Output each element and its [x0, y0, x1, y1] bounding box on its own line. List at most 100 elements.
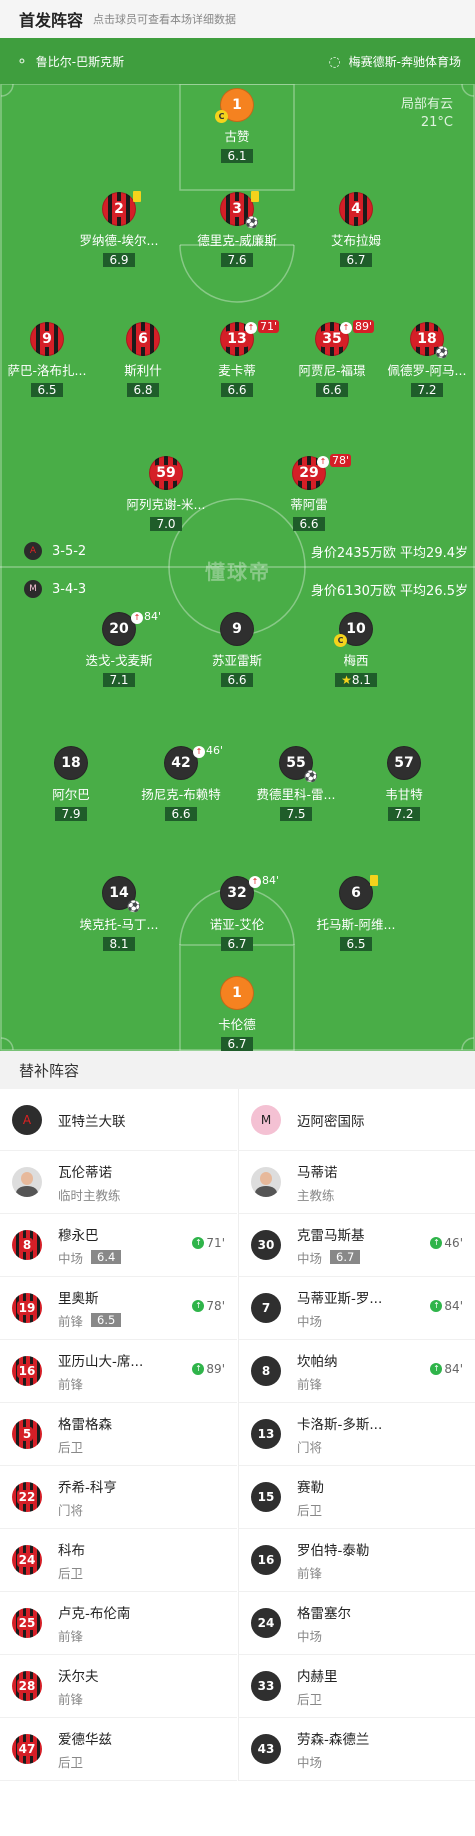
jersey-icon: 35 ↑ 89' [315, 320, 374, 356]
player-position: 前锋 [58, 1628, 84, 1644]
home-player-1[interactable]: 1 C 古赞 6.1 [182, 88, 292, 164]
bench-player-row[interactable]: 25 卢克-布伦南 前锋 [0, 1592, 237, 1655]
yellow-card-icon [251, 191, 259, 202]
bench-player-row[interactable]: 13 卡洛斯-多斯... 门将 [239, 1403, 475, 1466]
player-number: 19 [16, 1301, 38, 1315]
away-formation-text: 3-4-3 [52, 581, 87, 597]
away-player-11[interactable]: 1 卡伦德 6.7 [182, 976, 292, 1051]
player-number: 25 [16, 1616, 38, 1630]
player-rating: 6.6 [293, 517, 325, 531]
away-player-5[interactable]: 42 ↑ 46' 扬尼克-布赖特 6.6 [126, 744, 236, 822]
bench-player-row[interactable]: 22 乔希-科亨 门将 [0, 1466, 237, 1529]
jersey-icon: 20 ↑ 84' [102, 610, 161, 646]
player-name: 格雷格森 [58, 1416, 112, 1433]
sub-time: 84' [261, 874, 279, 887]
player-rating: 6.7 [221, 937, 253, 951]
away-player-9[interactable]: 32 ↑ 84' 诺亚-艾伦 6.7 [182, 874, 292, 952]
player-number: 10 [346, 621, 366, 637]
home-team-row[interactable]: A 亚特兰大联 [0, 1089, 237, 1151]
home-player-7[interactable]: 13 ↑ 71' 麦卡蒂 6.6 [182, 320, 292, 398]
home-player-9[interactable]: 18 ⚽ 佩德罗-阿马... 7.2 [372, 322, 475, 398]
player-rating: 6.5 [340, 937, 372, 951]
sub-in-indicator: ↑ 71' [192, 1236, 225, 1250]
sub-time: 89' [206, 1362, 225, 1376]
home-player-11[interactable]: 29 ↑ 78' 蒂阿雷 6.6 [254, 454, 364, 532]
jersey-icon: 4 [339, 192, 373, 226]
yellow-card-icon [133, 191, 141, 202]
jersey-icon: 3 ⚽ [220, 191, 259, 228]
player-rating: 6.6 [316, 383, 348, 397]
player-name: 里奥斯 [58, 1290, 99, 1307]
away-player-6[interactable]: 55 ⚽ 费德里科-雷... 7.5 [241, 746, 351, 822]
sub-time: 84' [444, 1362, 463, 1376]
bench-player-row[interactable]: 47 爱德华兹 后卫 [0, 1718, 237, 1781]
jersey-icon: 16 [12, 1356, 42, 1386]
player-name: 卡洛斯-多斯... [297, 1416, 383, 1433]
bench-player-row[interactable]: 24 格雷塞尔 中场 [239, 1592, 475, 1655]
away-player-4[interactable]: 18 阿尔巴 7.9 [16, 746, 126, 822]
player-name: 梅西 [343, 653, 369, 668]
home-coach-row[interactable]: 瓦伦蒂诺 临时主教练 [0, 1151, 237, 1214]
jersey-icon: 59 [149, 456, 183, 490]
bench-player-row[interactable]: 43 劳森-森德兰 中场 [239, 1718, 475, 1781]
player-rating: 7.6 [221, 253, 253, 267]
away-player-2[interactable]: 9 苏亚雷斯 6.6 [182, 612, 292, 688]
player-rating: 7.0 [150, 517, 182, 531]
away-player-8[interactable]: 14 ⚽ 埃克托-马丁... 8.1 [64, 876, 174, 952]
away-player-10[interactable]: 6 托马斯-阿维... 6.5 [301, 875, 411, 952]
bench-player-row[interactable]: 15 赛勒 后卫 [239, 1466, 475, 1529]
player-number: 20 [109, 621, 129, 637]
home-player-2[interactable]: 2 罗纳德-埃尔... 6.9 [64, 191, 174, 268]
sub-out-indicator: ↑ 84' [248, 874, 279, 888]
bench-player-row[interactable]: 28 沃尔夫 前锋 [0, 1655, 237, 1718]
bench-player-row[interactable]: 16 罗伯特-泰勒 前锋 [239, 1529, 475, 1592]
home-player-3[interactable]: 3 ⚽ 德里克-威廉斯 7.6 [182, 191, 292, 268]
away-player-1[interactable]: 20 ↑ 84' 迭戈-戈麦斯 7.1 [64, 610, 174, 688]
sub-out-icon: ↑ [339, 322, 352, 334]
bench-player-row[interactable]: 8 穆永巴 中场 6.4 ↑ 71' [0, 1214, 237, 1277]
away-coach-row[interactable]: 马蒂诺 主教练 [239, 1151, 475, 1214]
temperature: 21°C [420, 115, 453, 130]
player-name: 诺亚-艾伦 [209, 917, 265, 932]
team-name: 迈阿密国际 [297, 1113, 365, 1130]
sub-time: 84' [444, 1299, 463, 1313]
jersey-icon: 9 [220, 612, 254, 646]
player-name: 阿贾尼-福璟 [298, 363, 366, 378]
coach-role: 主教练 [297, 1187, 335, 1203]
jersey-icon: 8 [251, 1356, 281, 1386]
bench-player-row[interactable]: 19 里奥斯 前锋 6.5 ↑ 78' [0, 1277, 237, 1340]
player-position: 前锋 [297, 1376, 323, 1392]
jersey-icon: 1 [220, 976, 254, 1010]
away-team-row[interactable]: M 迈阿密国际 [239, 1089, 475, 1151]
stadium-name: 梅赛德斯-奔驰体育场 [348, 55, 461, 69]
bench-player-row[interactable]: 5 格雷格森 后卫 [0, 1403, 237, 1466]
player-number: 55 [286, 755, 306, 771]
home-player-4[interactable]: 4 艾布拉姆 6.7 [301, 192, 411, 268]
bench-player-row[interactable]: 8 坎帕纳 前锋 ↑ 84' [239, 1340, 475, 1403]
player-number: 15 [257, 1490, 275, 1504]
coach-role: 临时主教练 [58, 1187, 121, 1203]
bench-player-row[interactable]: 7 马蒂亚斯-罗... 中场 ↑ 84' [239, 1277, 475, 1340]
player-number: 3 [230, 201, 244, 217]
player-number: 16 [257, 1553, 275, 1567]
away-player-7[interactable]: 57 韦甘特 7.2 [349, 746, 459, 822]
jersey-icon: 8 [12, 1230, 42, 1260]
goal-ball-icon: ⚽ [245, 216, 259, 229]
home-player-5[interactable]: 9 萨巴-洛布扎... 6.5 [0, 322, 102, 398]
player-name: 科布 [58, 1542, 85, 1559]
player-position: 门将 [58, 1502, 84, 1518]
bench-player-row[interactable]: 24 科布 后卫 [0, 1529, 237, 1592]
sub-out-indicator: ↑ 78' [316, 454, 351, 468]
home-player-8[interactable]: 35 ↑ 89' 阿贾尼-福璟 6.6 [277, 320, 387, 398]
player-position: 后卫 [297, 1691, 323, 1707]
bench-player-row[interactable]: 16 亚历山大-席... 前锋 ↑ 89' [0, 1340, 237, 1403]
home-player-10[interactable]: 59 阿列克谢-米... 7.0 [111, 456, 221, 532]
jersey-icon: 5 [12, 1419, 42, 1449]
player-name: 迭戈-戈麦斯 [85, 653, 153, 668]
player-number: 8 [20, 1238, 34, 1252]
player-name: 罗纳德-埃尔... [79, 233, 159, 248]
bench-player-row[interactable]: 30 克雷马斯基 中场 6.7 ↑ 46' [239, 1214, 475, 1277]
player-name: 乔希-科亨 [58, 1479, 117, 1496]
away-player-3[interactable]: 10 C 梅西 ★8.1 [301, 612, 411, 688]
bench-player-row[interactable]: 33 内赫里 后卫 [239, 1655, 475, 1718]
